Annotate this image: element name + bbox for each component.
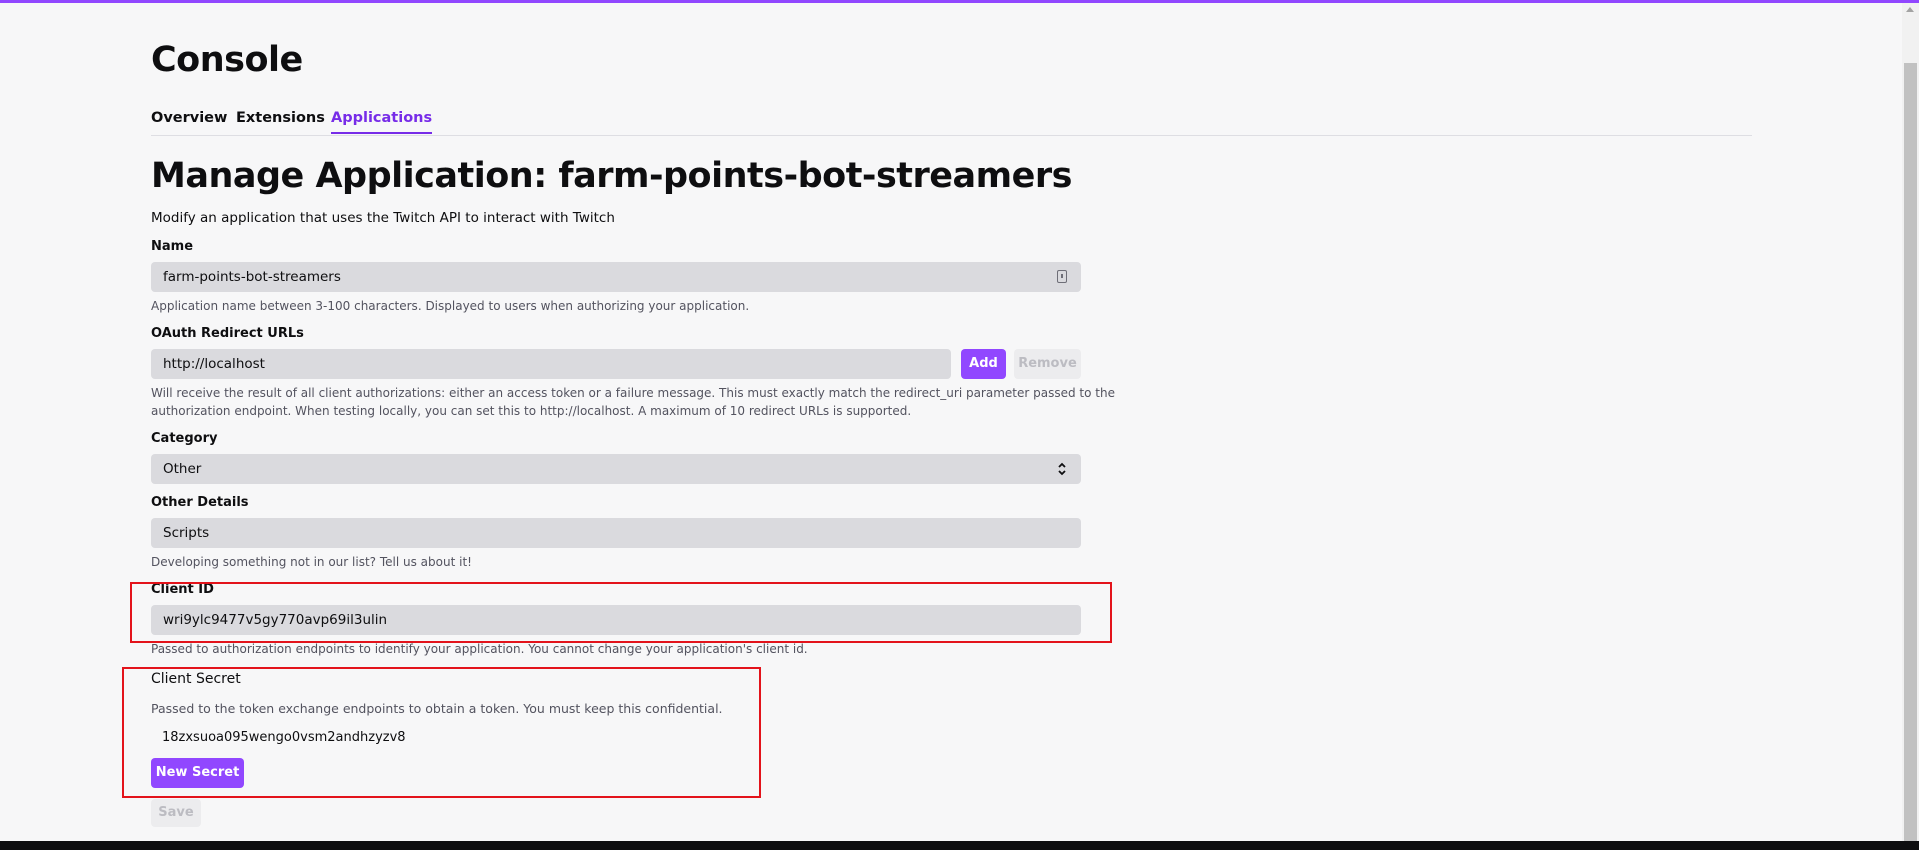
page-heading: Manage Application: farm-points-bot-stre… bbox=[151, 156, 1072, 196]
other-details-input[interactable]: Scripts bbox=[151, 518, 1081, 548]
tab-extensions[interactable]: Extensions bbox=[236, 110, 325, 132]
name-input-value: farm-points-bot-streamers bbox=[163, 269, 341, 285]
console-tabs: Overview Extensions Applications bbox=[151, 110, 1752, 136]
vertical-scrollbar[interactable] bbox=[1902, 3, 1919, 841]
category-select[interactable]: Other bbox=[151, 454, 1081, 484]
remove-redirect-button[interactable]: Remove bbox=[1014, 349, 1081, 379]
redirect-url-input[interactable]: http://localhost bbox=[151, 349, 951, 379]
save-button[interactable]: Save bbox=[151, 799, 201, 827]
top-accent-bar bbox=[0, 0, 1919, 3]
redirect-urls-label: OAuth Redirect URLs bbox=[151, 326, 304, 341]
tab-overview[interactable]: Overview bbox=[151, 110, 227, 132]
add-redirect-button[interactable]: Add bbox=[961, 349, 1006, 379]
contact-card-icon bbox=[1057, 270, 1067, 283]
client-secret-highlight-box bbox=[122, 667, 761, 798]
name-label: Name bbox=[151, 239, 194, 254]
bottom-bar bbox=[0, 841, 1919, 850]
other-details-hint: Developing something not in our list? Te… bbox=[151, 555, 472, 569]
name-hint: Application name between 3-100 character… bbox=[151, 299, 750, 313]
scrollbar-thumb[interactable] bbox=[1904, 63, 1917, 841]
chevron-updown-icon bbox=[1058, 462, 1066, 476]
redirect-hint-line1: Will receive the result of all client au… bbox=[151, 386, 1115, 400]
category-label: Category bbox=[151, 431, 218, 446]
tab-applications[interactable]: Applications bbox=[331, 110, 433, 134]
category-select-value: Other bbox=[163, 461, 202, 477]
name-input[interactable]: farm-points-bot-streamers bbox=[151, 262, 1081, 292]
client-id-highlight-box bbox=[130, 582, 1112, 643]
page-subtitle: Modify an application that uses the Twit… bbox=[151, 210, 615, 226]
redirect-hint-line2: authorization endpoint. When testing loc… bbox=[151, 404, 912, 418]
console-title: Console bbox=[151, 40, 303, 80]
scroll-up-arrow-icon[interactable] bbox=[1906, 7, 1914, 12]
other-details-label: Other Details bbox=[151, 495, 249, 510]
